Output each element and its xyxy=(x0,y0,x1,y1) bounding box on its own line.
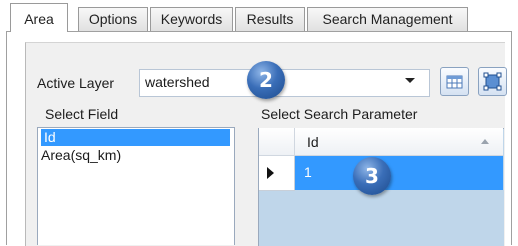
select-search-parameter-label: Select Search Parameter xyxy=(261,106,418,122)
select-field-label: Select Field xyxy=(45,106,119,122)
table-cell-id: 1 xyxy=(304,164,312,180)
callout-badge-3: 3 xyxy=(353,157,391,195)
list-item[interactable]: Id xyxy=(41,129,230,146)
active-layer-value: watershed xyxy=(145,74,210,90)
sort-ascending-icon xyxy=(481,139,489,144)
row-header[interactable] xyxy=(259,156,295,191)
list-item[interactable]: Area(sq_km) xyxy=(41,147,121,164)
active-layer-label: Active Layer xyxy=(37,75,115,91)
select-features-button[interactable] xyxy=(478,67,507,96)
tab-options[interactable]: Options xyxy=(78,7,148,31)
chevron-down-icon[interactable] xyxy=(405,78,415,83)
tab-area[interactable]: Area xyxy=(10,3,68,32)
table-row[interactable] xyxy=(295,156,503,190)
select-features-icon xyxy=(483,72,502,91)
tab-search-management[interactable]: Search Management xyxy=(307,7,468,31)
grid-corner-cell xyxy=(259,128,295,156)
open-attribute-table-button[interactable] xyxy=(440,67,469,96)
column-header-label: Id xyxy=(307,134,319,150)
tab-keywords[interactable]: Keywords xyxy=(150,7,233,31)
callout-badge-2: 2 xyxy=(247,61,285,99)
tab-results[interactable]: Results xyxy=(235,7,305,31)
table-icon xyxy=(446,75,463,89)
column-header-id[interactable] xyxy=(295,128,503,156)
current-row-arrow-icon xyxy=(267,167,274,179)
